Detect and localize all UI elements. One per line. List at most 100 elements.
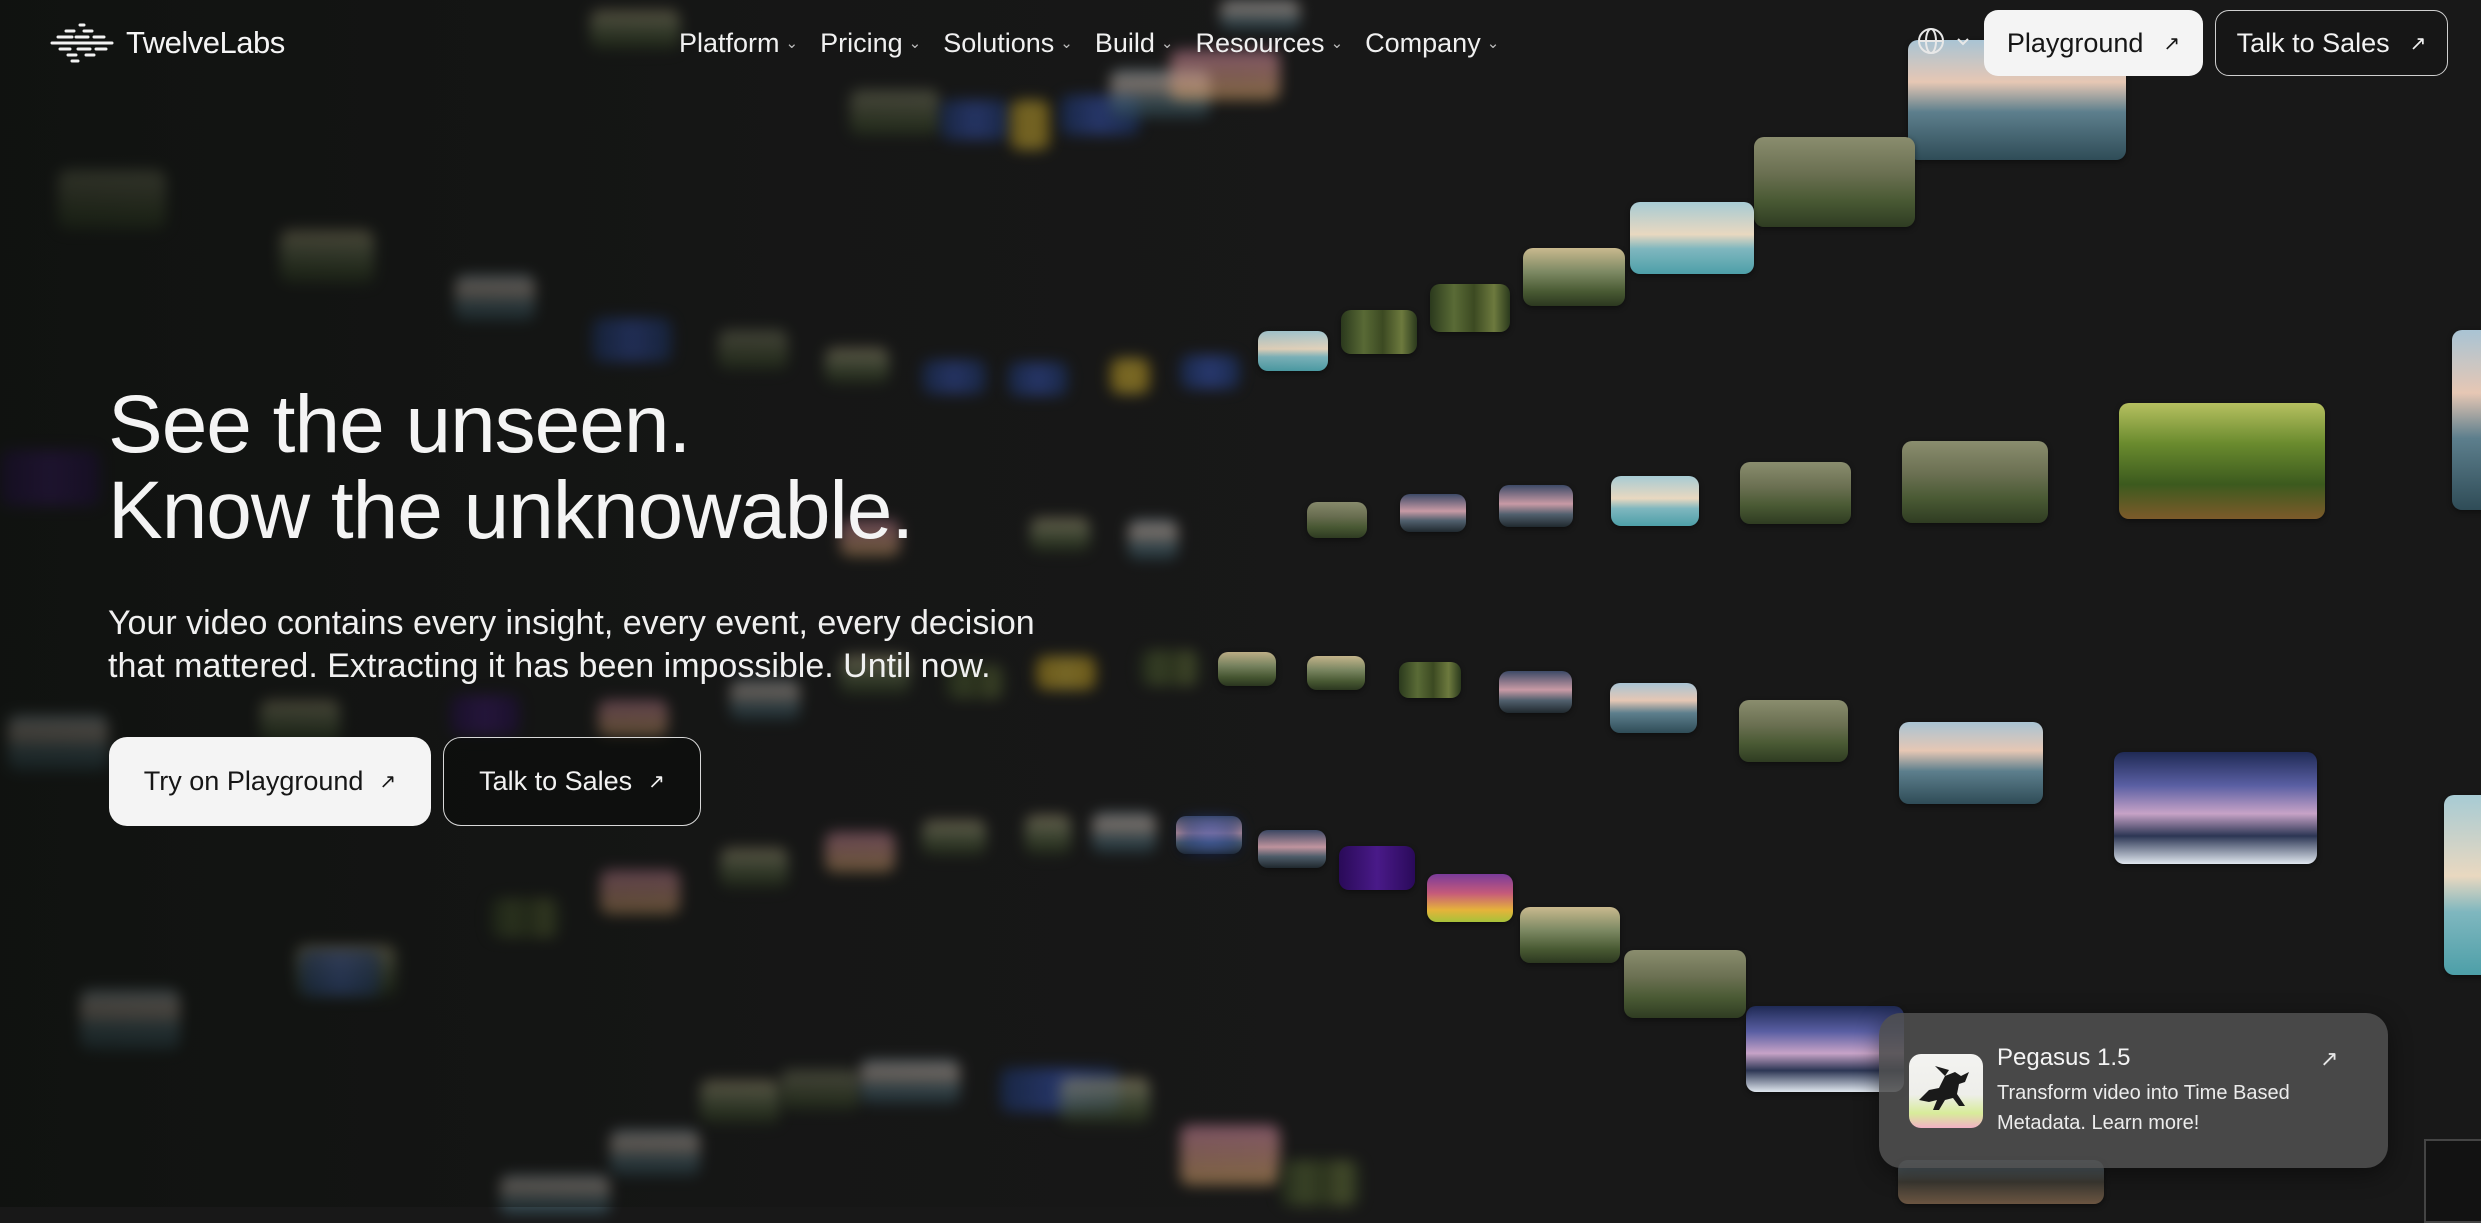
video-thumbnail [860, 1060, 960, 1104]
nav-label: Resources [1195, 27, 1325, 58]
promo-description: Transform video into Time Based Metadata… [1997, 1078, 2327, 1138]
video-thumbnail [455, 275, 535, 321]
video-thumbnail [780, 1070, 860, 1110]
chevron-down-icon: ⌄ [1160, 35, 1174, 52]
talk-to-sales-label: Talk to Sales [2236, 27, 2390, 58]
video-thumbnail [1430, 284, 1510, 332]
hero-title-line: Know the unknowable. [108, 465, 914, 556]
nav-label: Company [1365, 27, 1481, 58]
nav-item-solutions[interactable]: Solutions ⌄ [943, 28, 1073, 59]
video-thumbnail [1060, 1078, 1150, 1124]
video-thumbnail [940, 100, 1010, 140]
arrow-up-right-icon: ↗ [2163, 32, 2181, 55]
video-thumbnail [1025, 815, 1071, 855]
video-thumbnail [1610, 683, 1697, 733]
video-thumbnail [922, 360, 986, 394]
video-thumbnail [1341, 310, 1417, 354]
video-thumbnail [1180, 355, 1240, 389]
chevron-down-icon: ⌄ [1330, 35, 1344, 52]
nav-item-platform[interactable]: Platform ⌄ [679, 28, 798, 59]
chevron-down-icon: ⌄ [908, 35, 922, 52]
nav-label: Platform [679, 27, 780, 58]
video-thumbnail [1180, 1125, 1280, 1185]
video-thumbnail [80, 990, 180, 1050]
arrow-up-right-icon: ↗ [648, 771, 665, 793]
video-thumbnail [1520, 907, 1620, 963]
nav-label: Solutions [943, 27, 1055, 58]
hero-talk-to-sales-button[interactable]: Talk to Sales ↗ [443, 737, 701, 826]
brand-logo[interactable]: TwelveLabs [48, 18, 285, 68]
hero-talk-to-sales-label: Talk to Sales [479, 766, 633, 796]
video-thumbnail [500, 1175, 610, 1215]
chevron-down-icon: ⌄ [785, 35, 799, 52]
video-thumbnail [2119, 403, 2325, 519]
video-thumbnail [1307, 502, 1367, 538]
video-thumbnail [1739, 700, 1848, 762]
try-on-playground-button[interactable]: Try on Playground ↗ [109, 737, 431, 826]
video-thumbnail [1499, 485, 1573, 527]
video-thumbnail [1630, 202, 1754, 274]
promo-description-line: Transform video into Time Based [1997, 1082, 2290, 1104]
video-thumbnail [825, 348, 889, 384]
video-thumbnail [1427, 874, 1513, 922]
video-thumbnail [1092, 813, 1156, 853]
video-thumbnail [1899, 722, 2043, 804]
language-selector[interactable] [1916, 26, 1972, 56]
video-thumbnail [1030, 518, 1090, 552]
hero-title-line: See the unseen. [108, 379, 691, 470]
video-thumbnail [1499, 671, 1572, 713]
nav-item-pricing[interactable]: Pricing ⌄ [820, 28, 921, 59]
video-thumbnail [1902, 441, 2048, 523]
twelvelabs-logo-icon [50, 23, 114, 63]
pegasus-icon [1909, 1054, 1983, 1128]
arrow-up-right-icon[interactable]: ↗ [2320, 1046, 2338, 1072]
chevron-down-icon: ⌄ [1060, 35, 1073, 52]
hero-subtitle-line: that mattered. Extracting it has been im… [108, 647, 991, 685]
video-thumbnail [850, 90, 940, 136]
video-thumbnail [1258, 331, 1328, 371]
video-thumbnail [1128, 520, 1178, 560]
video-thumbnail [600, 870, 680, 914]
video-thumbnail [2452, 330, 2481, 510]
hero-title: See the unseen. Know the unknowable. [108, 379, 914, 556]
video-thumbnail [8, 715, 108, 771]
video-thumbnail [1523, 248, 1625, 306]
video-thumbnail [280, 230, 374, 284]
video-thumbnail [718, 330, 788, 370]
video-thumbnail [0, 450, 100, 506]
video-thumbnail [1307, 656, 1365, 690]
video-thumbnail [1180, 818, 1240, 852]
chevron-down-icon: ⌄ [1486, 35, 1500, 52]
video-thumbnail [1611, 476, 1699, 526]
video-thumbnail [1110, 358, 1150, 394]
video-thumbnail [1008, 362, 1068, 396]
video-thumbnail [1740, 462, 1851, 524]
video-thumbnail [825, 832, 895, 872]
video-thumbnail [58, 170, 166, 230]
video-thumbnail [1339, 846, 1415, 890]
video-thumbnail [1258, 830, 1326, 868]
arrow-up-right-icon: ↗ [2409, 32, 2427, 55]
video-thumbnail [598, 700, 668, 736]
nav-label: Pricing [820, 27, 903, 58]
video-thumbnail [1754, 137, 1915, 227]
chevron-down-icon [1957, 38, 1969, 46]
nav-label: Build [1094, 27, 1155, 58]
playground-button[interactable]: Playground ↗ [1984, 10, 2203, 76]
talk-to-sales-button[interactable]: Talk to Sales ↗ [2215, 10, 2448, 76]
video-thumbnail [1140, 650, 1200, 686]
video-thumbnail [1218, 652, 1276, 686]
video-thumbnail [1624, 950, 1746, 1018]
nav-item-company[interactable]: Company ⌄ [1365, 28, 1499, 59]
video-thumbnail [592, 318, 672, 362]
hero-subtitle: Your video contains every insight, every… [108, 602, 1108, 688]
video-thumbnail [2114, 752, 2317, 864]
brand-name: TwelveLabs [126, 25, 285, 60]
nav-item-build[interactable]: Build ⌄ [1095, 28, 1174, 59]
arrow-up-right-icon: ↗ [379, 771, 397, 793]
nav-item-resources[interactable]: Resources ⌄ [1196, 28, 1344, 59]
video-thumbnail [490, 898, 560, 938]
try-on-playground-label: Try on Playground [143, 766, 364, 796]
video-thumbnail [450, 695, 520, 735]
video-thumbnail [922, 820, 986, 856]
